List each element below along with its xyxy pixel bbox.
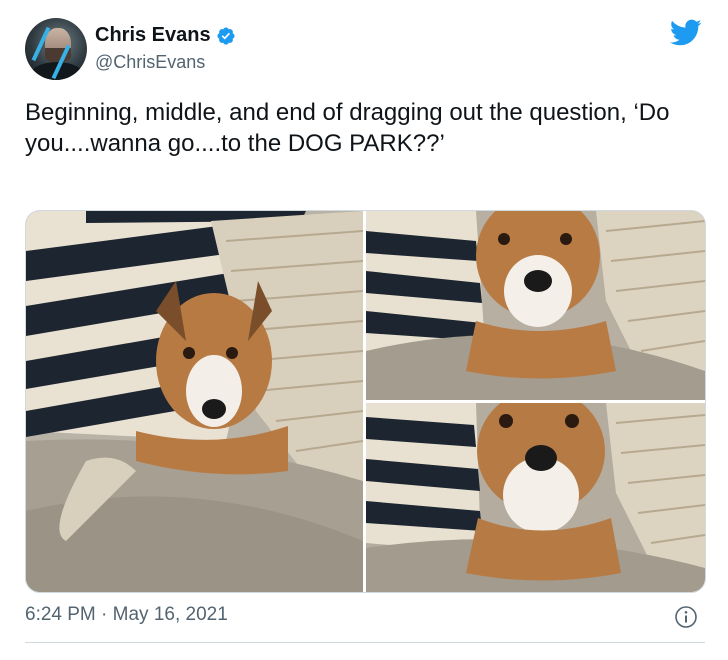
twitter-bird-icon[interactable] <box>670 19 702 47</box>
divider <box>25 642 705 643</box>
author-name-row[interactable]: Chris Evans <box>95 24 236 47</box>
tweet-date[interactable]: May 16, 2021 <box>113 604 228 626</box>
photo-1[interactable] <box>26 211 363 592</box>
tweet-text: Beginning, middle, and end of dragging o… <box>25 99 677 157</box>
avatar[interactable] <box>25 18 87 80</box>
media-grid[interactable] <box>25 210 706 593</box>
author-name[interactable]: Chris Evans <box>95 24 211 47</box>
author-handle[interactable]: @ChrisEvans <box>95 52 205 73</box>
photo-2[interactable] <box>366 211 705 400</box>
tweet-card: Chris Evans @ChrisEvans Beginning, middl… <box>0 0 728 660</box>
tweet-time[interactable]: 6:24 PM <box>25 604 96 626</box>
timestamp[interactable]: 6:24 PM · May 16, 2021 <box>25 604 228 626</box>
photo-3[interactable] <box>366 403 705 592</box>
time-separator: · <box>101 604 108 625</box>
verified-badge-icon <box>217 26 235 45</box>
info-icon[interactable] <box>674 605 698 629</box>
